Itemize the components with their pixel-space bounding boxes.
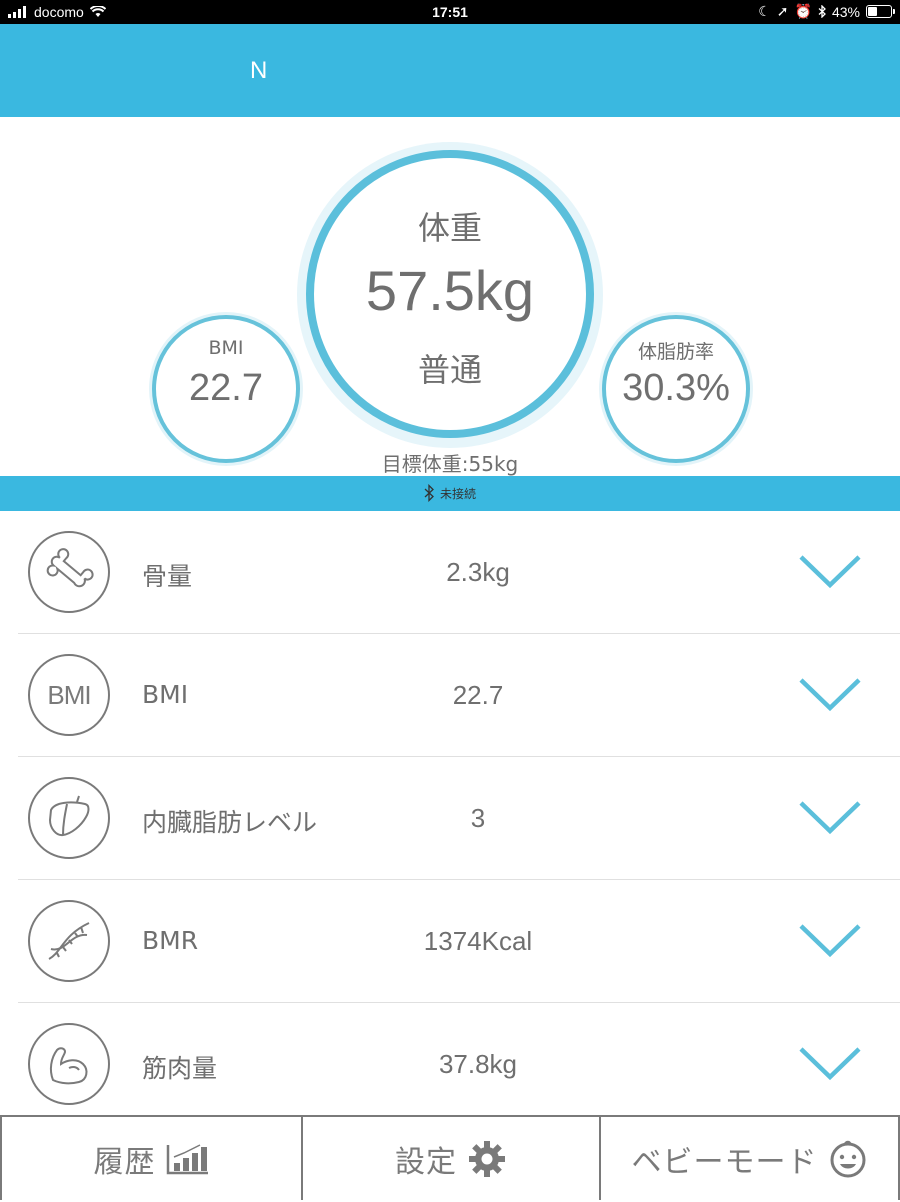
bmi-icon-text: BMI: [47, 679, 91, 710]
body-fat-circle[interactable]: 体脂肪率 30.3%: [602, 315, 750, 463]
muscle-arm-icon: [28, 1023, 110, 1105]
chevron-down-icon[interactable]: [798, 674, 862, 714]
bmi-circle-value: 22.7: [189, 367, 263, 409]
connection-bar[interactable]: 未接続: [0, 476, 900, 511]
bluetooth-icon: [424, 484, 434, 502]
bottom-tab-bar: 履歴 設定 ベビーモード: [0, 1115, 900, 1202]
weight-circle[interactable]: 体重 57.5kg 普通: [306, 150, 594, 438]
bmi-circle-label: BMI: [208, 337, 244, 359]
battery-icon: [866, 5, 895, 18]
connection-text: 未接続: [439, 486, 476, 501]
battery-level: [868, 7, 877, 16]
bmi-circle[interactable]: BMI 22.7: [152, 315, 300, 463]
tab-baby-mode-label: ベビーモード: [631, 1144, 818, 1180]
app-header: N: [0, 24, 900, 117]
metric-value: 3: [470, 803, 486, 833]
metric-label: 内臓脂肪レベル: [142, 808, 318, 837]
status-bar: docomo 17:51 ☾ ➚ ⏰ 43%: [0, 0, 900, 24]
chevron-down-icon[interactable]: [798, 551, 862, 591]
metric-row-muscle-mass[interactable]: 筋肉量 37.8kg: [18, 1003, 900, 1126]
bone-icon: [28, 531, 110, 613]
tab-history-label: 履歴: [93, 1144, 156, 1180]
metric-row-bmr[interactable]: BMR 1374Kcal: [18, 880, 900, 1003]
metric-row-bone-mass[interactable]: 骨量 2.3kg: [18, 511, 900, 634]
metric-row-bmi[interactable]: BMI BMI 22.7: [18, 634, 900, 757]
tab-settings[interactable]: 設定: [301, 1117, 599, 1200]
alarm-icon: ⏰: [794, 3, 812, 19]
tab-history[interactable]: 履歴: [0, 1117, 301, 1200]
battery-percent: 43%: [831, 3, 860, 20]
moon-icon: ☾: [758, 3, 771, 19]
body-fat-label: 体脂肪率: [637, 341, 714, 363]
metric-value: 37.8kg: [438, 1049, 518, 1079]
bmi-icon: BMI: [28, 654, 110, 736]
metric-row-visceral-fat[interactable]: 内臓脂肪レベル 3: [18, 757, 900, 880]
weight-status: 普通: [417, 351, 482, 389]
bar-chart-icon: [166, 1143, 208, 1174]
chevron-down-icon[interactable]: [798, 797, 862, 837]
metric-label: BMR: [142, 926, 199, 955]
metric-label: BMI: [142, 680, 189, 709]
status-right: ☾ ➚ ⏰ 43%: [758, 3, 895, 20]
metric-value: 2.3kg: [446, 557, 510, 587]
weight-label: 体重: [417, 209, 482, 247]
gear-icon: [469, 1140, 505, 1177]
metric-label: 骨量: [142, 562, 193, 591]
metric-label: 筋肉量: [142, 1054, 218, 1083]
location-icon: ➚: [776, 3, 789, 19]
liver-icon: [28, 777, 110, 859]
tab-baby-mode[interactable]: ベビーモード: [599, 1117, 900, 1200]
chevron-down-icon[interactable]: [798, 1043, 862, 1083]
tab-settings-label: 設定: [395, 1144, 457, 1180]
dna-icon: [28, 900, 110, 982]
body-fat-value: 30.3%: [622, 367, 730, 409]
metric-value: 1374Kcal: [423, 926, 533, 956]
metric-value: 22.7: [452, 680, 504, 710]
chevron-down-icon[interactable]: [798, 920, 862, 960]
target-weight: 目標体重:55kg: [381, 452, 519, 476]
header-title: N: [250, 57, 268, 84]
connection-status: 未接続: [0, 484, 900, 502]
bluetooth-status-icon: [818, 5, 826, 18]
weight-value: 57.5kg: [365, 259, 535, 322]
baby-face-icon: [830, 1140, 865, 1177]
